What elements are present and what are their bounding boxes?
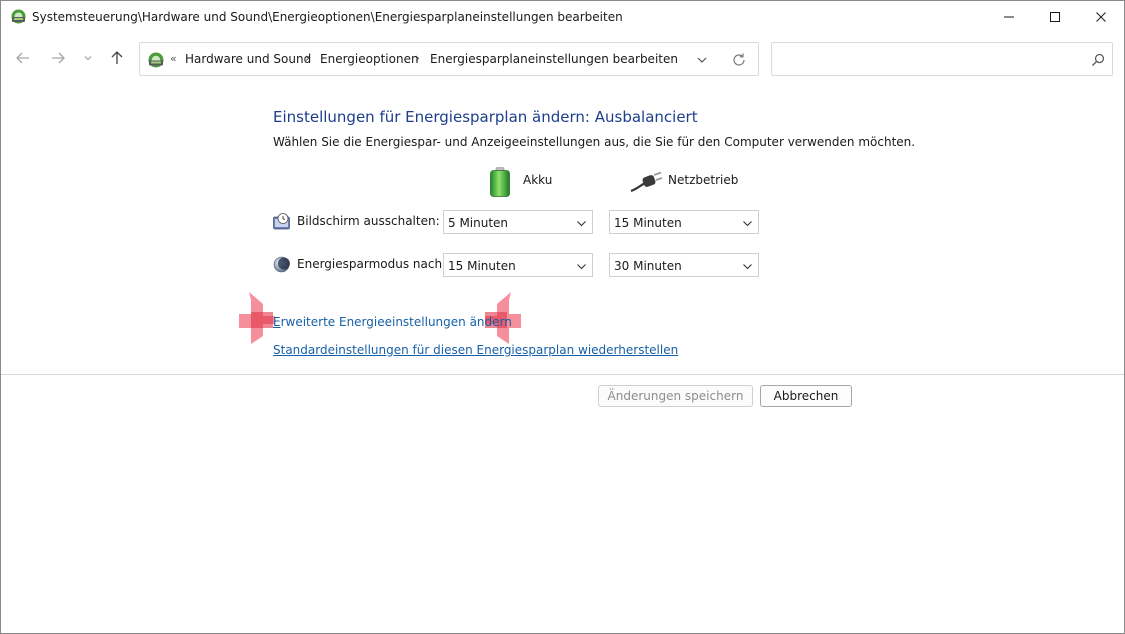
control-panel-icon [148, 52, 164, 68]
breadcrumb-separator[interactable]: › [305, 51, 310, 65]
arrow-right-icon [52, 52, 65, 64]
arrow-left-icon [16, 52, 29, 64]
chevron-down-icon [84, 56, 92, 61]
chevron-down-icon [577, 221, 586, 227]
link-accesskey: E [273, 315, 281, 329]
control-panel-icon [11, 9, 26, 24]
refresh-icon[interactable] [730, 51, 748, 69]
sleep-battery-dropdown[interactable]: 15 Minuten [443, 253, 593, 277]
maximize-button[interactable] [1032, 1, 1078, 33]
breadcrumb-hardware-und-sound[interactable]: Hardware und Sound [185, 52, 311, 66]
search-icon[interactable] [1090, 52, 1106, 68]
close-icon [1096, 12, 1106, 22]
change-advanced-power-settings-link[interactable]: Erweiterte Energieeinstellungen ändern [273, 315, 512, 329]
search-box[interactable] [771, 42, 1113, 76]
arrow-up-icon [111, 51, 123, 64]
minimize-icon [1004, 16, 1014, 18]
navigation-bar: « Hardware und Sound › Energieoptionen ›… [1, 37, 1124, 79]
chevron-down-icon [743, 221, 752, 227]
display-off-plugged-dropdown[interactable]: 15 Minuten [609, 210, 759, 234]
column-label-battery: Akku [523, 173, 553, 187]
breadcrumb-energieoptionen[interactable]: Energieoptionen [320, 52, 419, 66]
minimize-button[interactable] [986, 1, 1032, 33]
sleep-plugged-dropdown[interactable]: 30 Minuten [609, 253, 759, 277]
page-title: Einstellungen für Energiesparplan ändern… [273, 108, 698, 126]
power-plug-icon [630, 171, 663, 193]
setting-label-sleep: Energiesparmodus nach: [297, 257, 447, 271]
search-input[interactable] [780, 50, 1080, 70]
breadcrumb-separator[interactable]: › [415, 51, 420, 65]
recent-locations-button[interactable] [80, 47, 96, 69]
forward-button[interactable] [47, 47, 69, 69]
chevron-down-icon[interactable] [694, 52, 710, 68]
save-changes-button[interactable]: Änderungen speichern [598, 385, 753, 407]
link-text: rweiterte Energieeinstellungen ändern [280, 315, 512, 329]
address-overflow-button[interactable]: « [170, 52, 177, 65]
back-button[interactable] [12, 47, 34, 69]
control-panel-window: Systemsteuerung\Hardware und Sound\Energ… [0, 0, 1125, 634]
display-off-battery-dropdown[interactable]: 5 Minuten [443, 210, 593, 234]
address-bar[interactable]: « Hardware und Sound › Energieoptionen ›… [139, 42, 759, 76]
main-content: Einstellungen für Energiesparplan ändern… [1, 79, 1124, 633]
battery-icon [490, 167, 510, 197]
chevron-down-icon [577, 264, 586, 270]
title-bar: Systemsteuerung\Hardware und Sound\Energ… [1, 1, 1124, 33]
moon-icon [273, 256, 290, 273]
highlight-arrow-icon [239, 292, 275, 344]
chevron-down-icon [743, 264, 752, 270]
up-button[interactable] [106, 47, 128, 69]
breadcrumb-current[interactable]: Energiesparplaneinstellungen bearbeiten [430, 52, 678, 66]
dropdown-value: 15 Minuten [448, 259, 516, 273]
page-description: Wählen Sie die Energiespar- und Anzeigee… [273, 135, 916, 149]
dropdown-value: 15 Minuten [614, 216, 682, 230]
maximize-icon [1050, 12, 1060, 22]
window-title: Systemsteuerung\Hardware und Sound\Energ… [32, 10, 623, 24]
close-button[interactable] [1078, 1, 1124, 33]
restore-default-settings-link[interactable]: Standardeinstellungen für diesen Energie… [273, 343, 678, 357]
monitor-clock-icon [273, 213, 290, 230]
setting-label-display-off: Bildschirm ausschalten: [297, 214, 440, 228]
cancel-button[interactable]: Abbrechen [760, 385, 852, 407]
dropdown-value: 30 Minuten [614, 259, 682, 273]
divider [1, 374, 1124, 375]
column-label-plugged-in: Netzbetrieb [668, 173, 739, 187]
dropdown-value: 5 Minuten [448, 216, 509, 230]
